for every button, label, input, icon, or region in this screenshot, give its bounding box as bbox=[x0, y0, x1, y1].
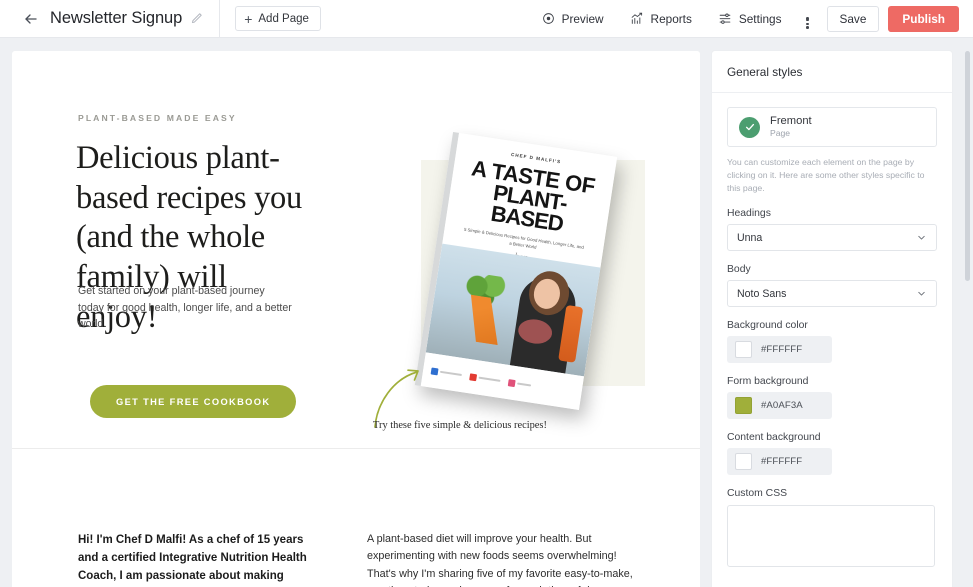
theme-name: Fremont bbox=[770, 115, 812, 128]
content-background-field[interactable]: #FFFFFF bbox=[727, 448, 832, 476]
page-scrollbar[interactable] bbox=[965, 51, 970, 281]
background-color-field[interactable]: #FFFFFF bbox=[727, 336, 832, 364]
panel-help-note: You can customize each element on the pa… bbox=[727, 157, 925, 194]
preview-label: Preview bbox=[561, 11, 604, 26]
kebab-menu-icon bbox=[806, 17, 809, 29]
theme-card-text: Fremont Page bbox=[770, 114, 812, 139]
toolbar-right-group: Preview Reports Settings Save Publish bbox=[529, 0, 973, 38]
chevron-down-icon bbox=[916, 288, 927, 299]
back-arrow-icon[interactable] bbox=[22, 10, 39, 27]
chevron-down-icon bbox=[916, 232, 927, 243]
add-page-button[interactable]: + Add Page bbox=[235, 6, 321, 31]
body-label: Body bbox=[727, 264, 751, 276]
bio-section[interactable]: Hi! I'm Chef D Malfi! As a chef of 15 ye… bbox=[12, 449, 700, 587]
panel-body: Fremont Page You can customize each elem… bbox=[712, 93, 952, 568]
theme-style-card[interactable]: Fremont Page bbox=[727, 107, 937, 147]
background-color-value: #FFFFFF bbox=[761, 344, 803, 356]
general-styles-panel: General styles Fremont Page You can cust… bbox=[712, 51, 952, 587]
publish-button[interactable]: Publish bbox=[888, 5, 959, 32]
headings-label: Headings bbox=[727, 208, 771, 220]
badge-icon-3 bbox=[507, 378, 532, 389]
add-page-label: Add Page bbox=[258, 12, 309, 25]
settings-button[interactable]: Settings bbox=[705, 0, 795, 38]
reports-button[interactable]: Reports bbox=[617, 0, 705, 38]
book-image-container[interactable]: CHEF D MALFI'S A TASTE OF PLANT-BASED 5 … bbox=[414, 132, 645, 410]
preview-button[interactable]: Preview bbox=[529, 0, 617, 38]
custom-css-textarea[interactable] bbox=[727, 505, 935, 568]
bio-columns: Hi! I'm Chef D Malfi! As a chef of 15 ye… bbox=[12, 531, 700, 587]
toolbar-left-group: Newsletter Signup bbox=[0, 0, 221, 38]
theme-subtitle: Page bbox=[770, 128, 791, 139]
settings-label: Settings bbox=[738, 11, 782, 26]
eye-icon bbox=[542, 12, 555, 25]
body-font-value: Noto Sans bbox=[737, 287, 787, 300]
hero-subcopy: Get started on your plant-based journey … bbox=[78, 285, 292, 331]
background-color-label: Background color bbox=[727, 320, 808, 332]
form-background-field[interactable]: #A0AF3A bbox=[727, 392, 832, 420]
page-canvas[interactable]: PLANT-BASED MADE EASY Delicious plant-ba… bbox=[12, 51, 700, 587]
body-font-select[interactable]: Noto Sans bbox=[727, 280, 937, 308]
form-background-value: #A0AF3A bbox=[761, 400, 803, 412]
book-cover-image: CHEF D MALFI'S A TASTE OF PLANT-BASED 5 … bbox=[414, 132, 618, 410]
hero-section[interactable]: PLANT-BASED MADE EASY Delicious plant-ba… bbox=[12, 51, 700, 448]
reports-label: Reports bbox=[650, 11, 692, 26]
plus-icon: + bbox=[244, 10, 253, 27]
panel-title: General styles bbox=[712, 51, 952, 93]
hero-eyebrow: PLANT-BASED MADE EASY bbox=[78, 113, 237, 123]
sliders-icon bbox=[718, 12, 732, 25]
background-color-swatch[interactable] bbox=[735, 341, 752, 359]
content-background-value: #FFFFFF bbox=[761, 456, 803, 468]
pencil-icon[interactable] bbox=[190, 12, 203, 25]
bio-column-left: Hi! I'm Chef D Malfi! As a chef of 15 ye… bbox=[78, 534, 307, 583]
more-options-button[interactable] bbox=[795, 0, 821, 38]
form-background-label: Form background bbox=[727, 376, 809, 388]
headings-font-select[interactable]: Unna bbox=[727, 224, 937, 252]
content-background-label: Content background bbox=[727, 432, 821, 444]
content-background-swatch[interactable] bbox=[735, 453, 752, 471]
app-toolbar: Newsletter Signup + Add Page Preview Rep… bbox=[0, 0, 973, 38]
save-button[interactable]: Save bbox=[826, 5, 880, 32]
headings-font-value: Unna bbox=[737, 231, 763, 244]
hero-caption: Try these five simple & delicious recipe… bbox=[373, 420, 547, 431]
bio-column-right: A plant-based diet will improve your hea… bbox=[367, 533, 633, 587]
bar-chart-icon bbox=[630, 12, 644, 25]
page-title: Newsletter Signup bbox=[50, 9, 183, 27]
check-circle-icon bbox=[739, 116, 760, 138]
form-background-swatch[interactable] bbox=[735, 397, 752, 415]
get-free-cookbook-button[interactable]: GET THE FREE COOKBOOK bbox=[90, 385, 297, 418]
badge-icon-2 bbox=[469, 372, 501, 385]
custom-css-label: Custom CSS bbox=[727, 488, 788, 500]
